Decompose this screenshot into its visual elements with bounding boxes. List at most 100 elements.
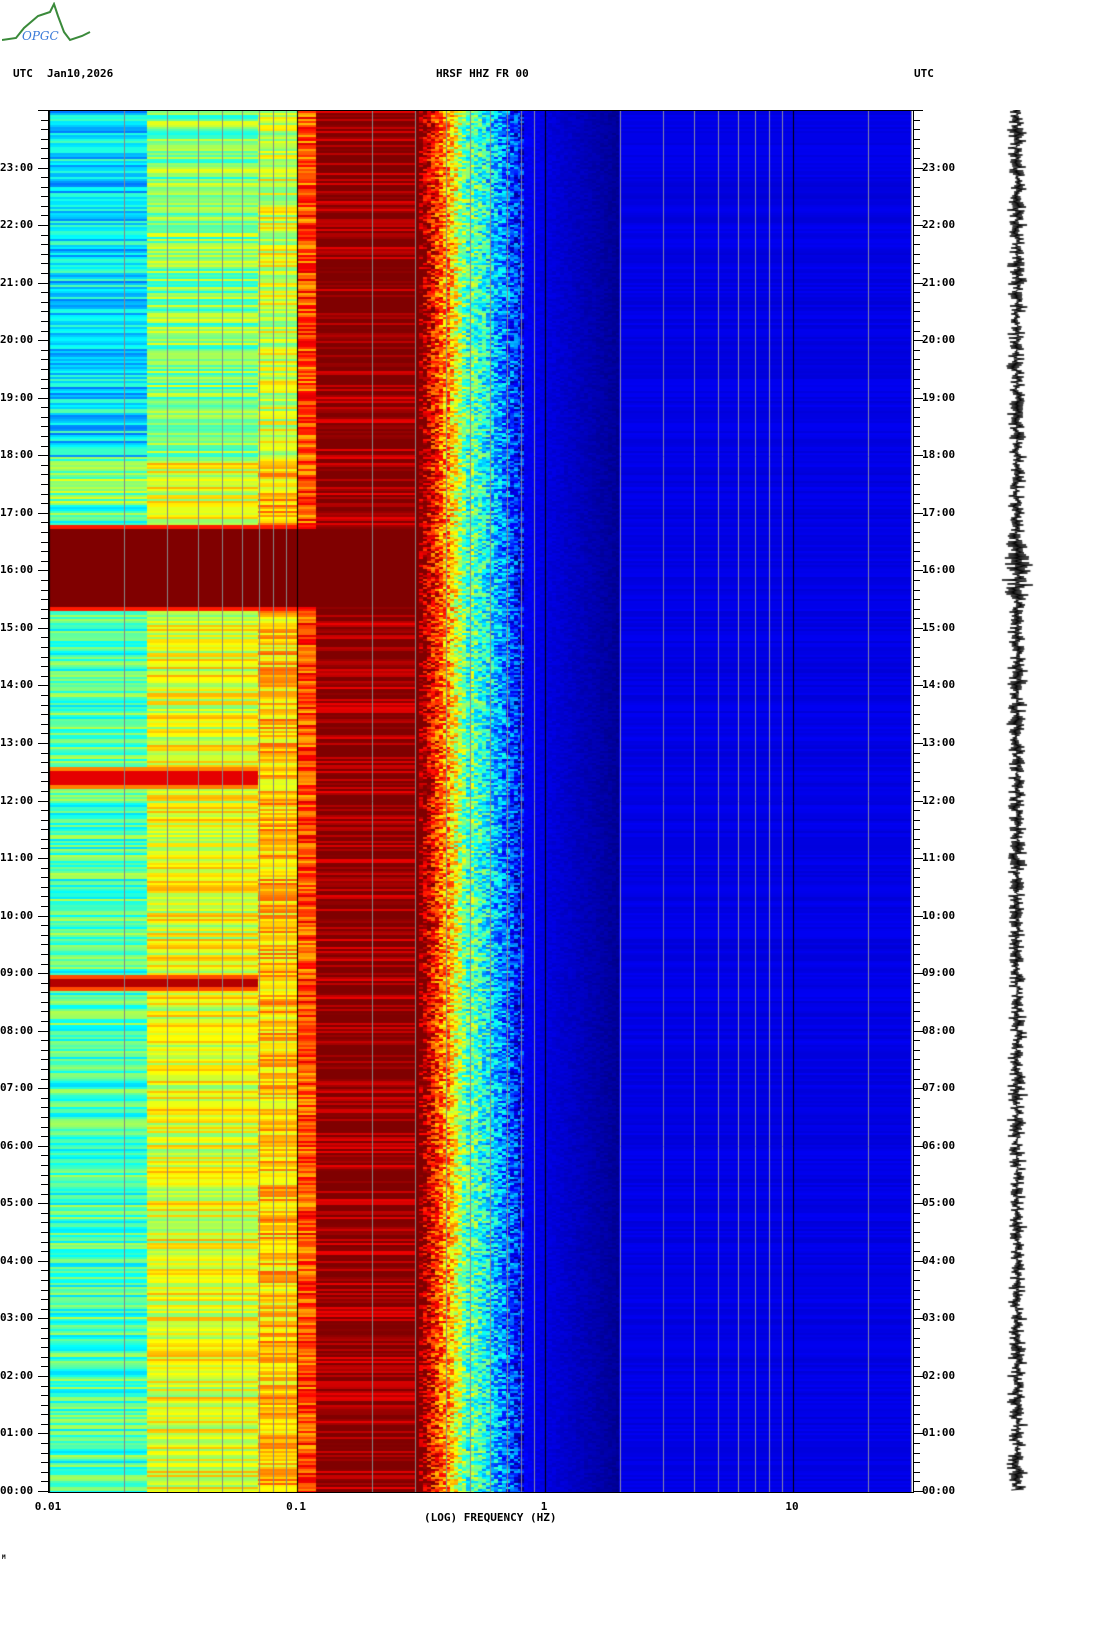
y-minor-tick: [913, 1395, 920, 1396]
y-minor-tick: [41, 359, 48, 360]
y-tick-label-left: 00:00: [0, 1484, 34, 1497]
y-minor-tick: [41, 196, 48, 197]
y-tick-label-left: 09:00: [0, 966, 34, 980]
y-minor-tick: [41, 120, 48, 121]
y-minor-tick: [41, 1328, 48, 1329]
y-minor-tick: [41, 1155, 48, 1156]
y-minor-tick: [41, 1472, 48, 1473]
y-minor-tick: [41, 1040, 48, 1041]
y-tick-label-right: 15:00: [922, 620, 956, 634]
y-minor-tick: [913, 1098, 920, 1099]
y-minor-tick: [41, 1136, 48, 1137]
y-minor-tick: [41, 1251, 48, 1252]
y-major-tick: [38, 1088, 48, 1089]
y-minor-tick: [913, 580, 920, 581]
y-major-tick: [38, 340, 48, 341]
y-minor-tick: [913, 1040, 920, 1041]
y-minor-tick: [41, 1309, 48, 1310]
y-minor-tick: [913, 302, 920, 303]
y-minor-tick: [913, 762, 920, 763]
y-minor-tick: [913, 551, 920, 552]
y-tick-label-left: 19:00: [0, 390, 34, 404]
y-major-tick: [913, 1203, 923, 1204]
y-minor-tick: [41, 781, 48, 782]
y-minor-tick: [913, 474, 920, 475]
y-tick-label-right: 19:00: [922, 390, 956, 404]
y-minor-tick: [41, 407, 48, 408]
y-major-tick: [913, 973, 923, 974]
x-tick-label: 0.1: [286, 1500, 306, 1513]
y-minor-tick: [41, 1232, 48, 1233]
y-minor-tick: [913, 1270, 920, 1271]
y-minor-tick: [41, 877, 48, 878]
y-minor-tick: [41, 379, 48, 380]
y-major-tick: [913, 513, 923, 514]
y-minor-tick: [41, 1462, 48, 1463]
y-minor-tick: [913, 187, 920, 188]
y-major-tick: [38, 858, 48, 859]
y-minor-tick: [913, 1299, 920, 1300]
y-minor-tick: [913, 1117, 920, 1118]
y-minor-tick: [41, 609, 48, 610]
y-minor-tick: [41, 772, 48, 773]
y-minor-tick: [41, 1069, 48, 1070]
y-tick-label-left: 15:00: [0, 620, 34, 634]
y-minor-tick: [913, 1290, 920, 1291]
y-major-tick: [913, 398, 923, 399]
y-minor-tick: [913, 1328, 920, 1329]
y-major-tick: [913, 743, 923, 744]
y-tick-label-right: 04:00: [922, 1253, 956, 1267]
y-minor-tick: [913, 992, 920, 993]
y-minor-tick: [41, 896, 48, 897]
y-minor-tick: [913, 331, 920, 332]
y-minor-tick: [41, 1443, 48, 1444]
y-minor-tick: [41, 350, 48, 351]
y-minor-tick: [913, 964, 920, 965]
y-tick-label-right: 08:00: [922, 1023, 956, 1037]
y-minor-tick: [41, 1222, 48, 1223]
y-minor-tick: [913, 896, 920, 897]
y-major-tick: [913, 110, 923, 111]
y-major-tick: [913, 628, 923, 629]
y-minor-tick: [41, 676, 48, 677]
y-minor-tick: [41, 714, 48, 715]
y-minor-tick: [913, 887, 920, 888]
y-minor-tick: [913, 1424, 920, 1425]
y-major-tick: [913, 1088, 923, 1089]
y-minor-tick: [41, 417, 48, 418]
y-minor-tick: [41, 302, 48, 303]
y-minor-tick: [913, 177, 920, 178]
y-minor-tick: [913, 1059, 920, 1060]
y-minor-tick: [41, 1011, 48, 1012]
y-tick-label-left: 06:00: [0, 1138, 34, 1152]
y-tick-label-right: 14:00: [922, 678, 956, 692]
y-minor-tick: [913, 753, 920, 754]
y-minor-tick: [913, 1002, 920, 1003]
y-minor-tick: [41, 1386, 48, 1387]
y-minor-tick: [41, 321, 48, 322]
y-tick-label-left: 20:00: [0, 333, 34, 347]
y-tick-label-left: 04:00: [0, 1253, 34, 1267]
y-minor-tick: [41, 1270, 48, 1271]
y-tick-label-left: 02:00: [0, 1368, 34, 1382]
y-minor-tick: [41, 1059, 48, 1060]
x-tick-label: 10: [785, 1500, 799, 1513]
y-minor-tick: [913, 215, 920, 216]
y-tick-label-left: 10:00: [0, 908, 34, 922]
y-minor-tick: [41, 705, 48, 706]
y-tick-label-left: 22:00: [0, 218, 34, 232]
y-minor-tick: [913, 772, 920, 773]
y-minor-tick: [41, 762, 48, 763]
y-minor-tick: [41, 1405, 48, 1406]
y-minor-tick: [41, 1098, 48, 1099]
y-minor-tick: [913, 494, 920, 495]
y-minor-tick: [41, 695, 48, 696]
x-tick-label: 0.01: [34, 1500, 62, 1513]
y-minor-tick: [913, 235, 920, 236]
y-tick-label-left: 03:00: [0, 1311, 34, 1325]
y-major-tick: [38, 1146, 48, 1147]
y-major-tick: [913, 1146, 923, 1147]
y-minor-tick: [913, 877, 920, 878]
y-minor-tick: [41, 215, 48, 216]
y-minor-tick: [913, 1213, 920, 1214]
